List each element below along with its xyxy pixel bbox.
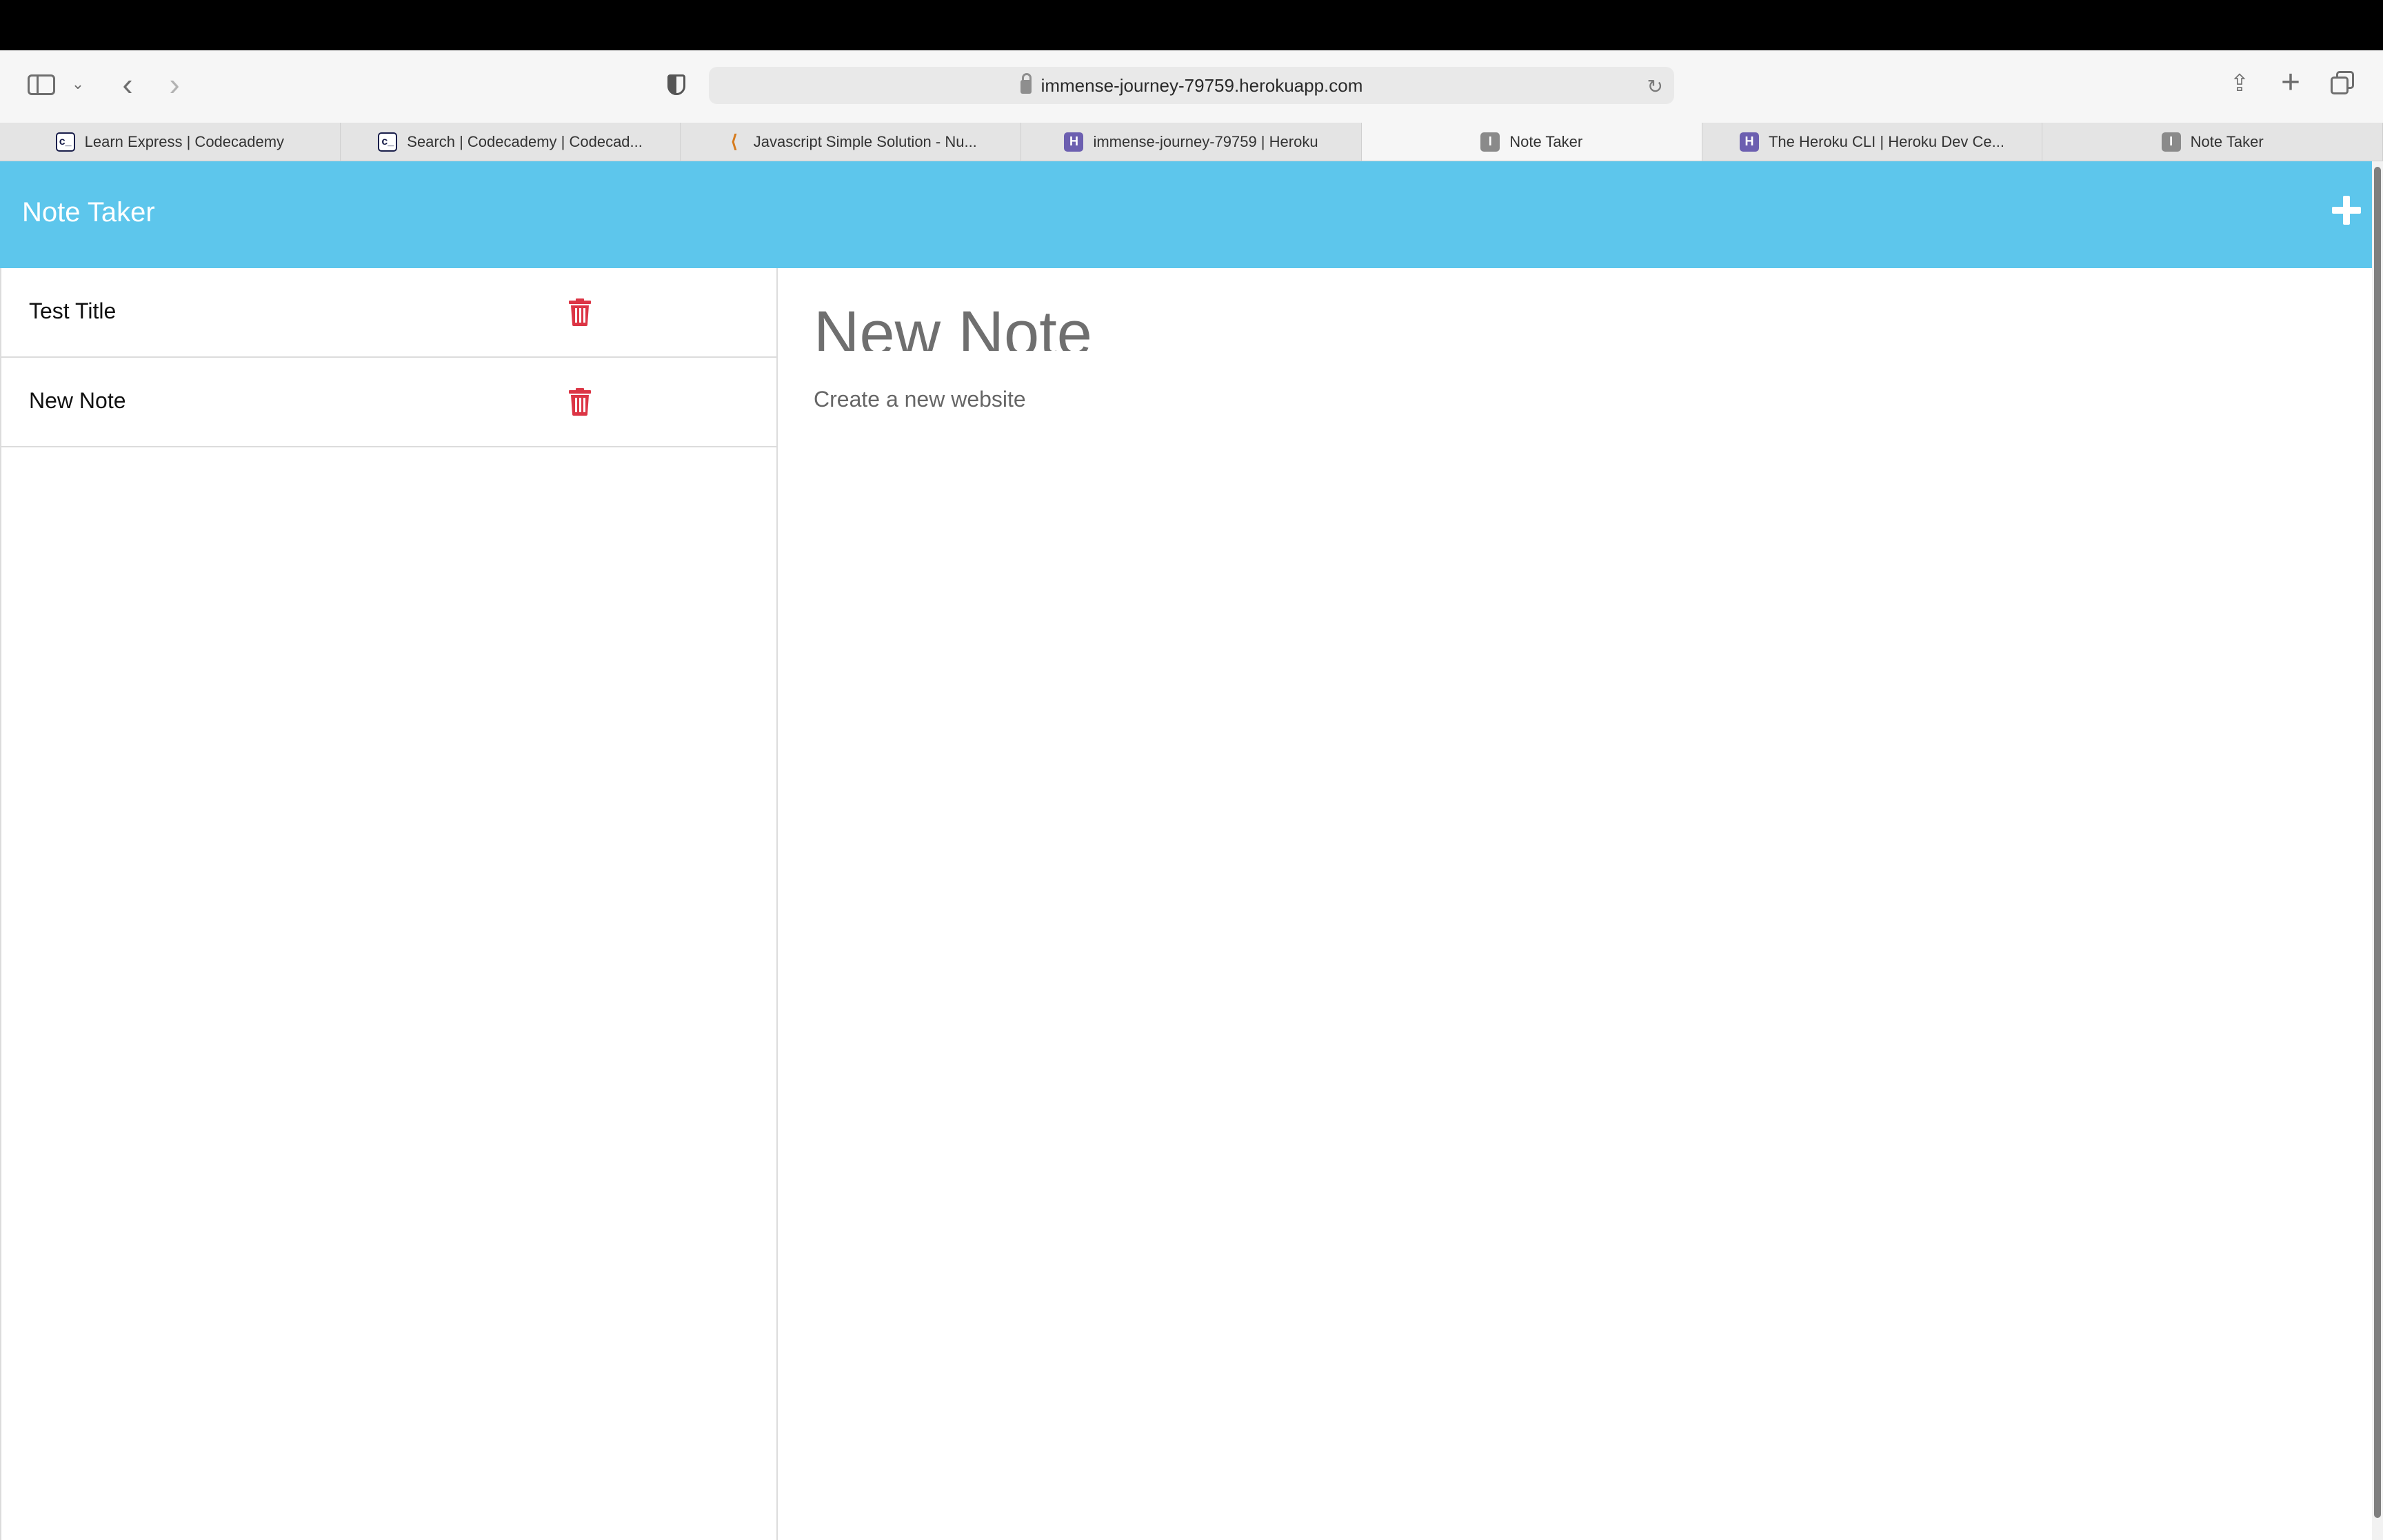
share-icon[interactable]: ⇪ xyxy=(2224,68,2255,99)
privacy-shield-icon[interactable] xyxy=(664,71,689,99)
tab-learn-express[interactable]: c_ Learn Express | Codecademy xyxy=(0,123,341,161)
tab-label: immense-journey-79759 | Heroku xyxy=(1093,132,1318,150)
codecademy-icon: c_ xyxy=(55,132,75,152)
tab-note-taker[interactable]: I Note Taker xyxy=(2042,123,2383,161)
tab-label: Search | Codecademy | Codecad... xyxy=(407,132,643,150)
tab-label: Note Taker xyxy=(1509,132,1583,150)
address-bar[interactable]: immense-journey-79759.herokuapp.com ↻ xyxy=(709,67,1674,104)
tab-note-taker-active[interactable]: I Note Taker xyxy=(1361,123,1702,161)
heroku-icon: H xyxy=(1739,132,1759,152)
note-title[interactable]: Test Title xyxy=(29,298,116,324)
back-arrow-icon[interactable]: ‹ xyxy=(114,66,141,102)
system-menu-bar xyxy=(0,0,2383,50)
tab-label: Learn Express | Codecademy xyxy=(84,132,285,150)
tab-heroku-cli[interactable]: H The Heroku CLI | Heroku Dev Ce... xyxy=(1702,123,2043,161)
tab-label: Note Taker xyxy=(2190,132,2264,150)
scrollbar-thumb[interactable] xyxy=(2374,167,2381,1518)
sidebar-toggle-icon[interactable] xyxy=(26,72,57,97)
tab-heroku-app[interactable]: H immense-journey-79759 | Heroku xyxy=(1021,123,1362,161)
note-editor: New Note Create a new website xyxy=(779,268,2372,1540)
note-title-input[interactable]: New Note xyxy=(814,296,1917,351)
new-tab-icon[interactable]: + xyxy=(2275,64,2306,101)
page-scrollbar[interactable] xyxy=(2372,161,2383,1540)
tab-search-codecademy[interactable]: c_ Search | Codecademy | Codecad... xyxy=(341,123,681,161)
freecodecamp-icon: ⟨ xyxy=(730,131,738,152)
forward-arrow-icon[interactable]: › xyxy=(161,66,188,102)
trash-icon[interactable] xyxy=(568,298,592,326)
app-title[interactable]: Note Taker xyxy=(22,197,155,228)
tab-strip: c_ Learn Express | Codecademy c_ Search … xyxy=(0,123,2383,161)
tab-overview-icon[interactable] xyxy=(2329,71,2357,99)
lock-icon xyxy=(1020,73,1032,94)
url-text: immense-journey-79759.herokuapp.com xyxy=(1040,74,1363,96)
note-taker-icon: I xyxy=(1480,132,1500,152)
trash-icon[interactable] xyxy=(568,388,592,416)
chevron-down-icon[interactable]: ⌄ xyxy=(69,75,87,93)
list-item[interactable]: New Note xyxy=(1,358,776,447)
browser-toolbar: ⌄ ‹ › immense-journey-79759.herokuapp.co… xyxy=(0,50,2383,123)
heroku-icon: H xyxy=(1064,132,1084,152)
plus-icon[interactable] xyxy=(2331,194,2362,226)
note-list-panel: Test Title New Note xyxy=(0,268,778,1540)
note-taker-icon: I xyxy=(2161,132,2181,152)
note-title[interactable]: New Note xyxy=(29,388,126,414)
tab-label: The Heroku CLI | Heroku Dev Ce... xyxy=(1768,132,2004,150)
note-list: Test Title New Note xyxy=(1,268,776,447)
tab-javascript-solution[interactable]: ⟨ Javascript Simple Solution - Nu... xyxy=(681,123,1022,161)
reload-icon[interactable]: ↻ xyxy=(1647,75,1663,98)
codecademy-icon: c_ xyxy=(378,132,398,152)
app-header: Note Taker xyxy=(0,161,2372,268)
list-item[interactable]: Test Title xyxy=(1,268,776,358)
tab-label: Javascript Simple Solution - Nu... xyxy=(753,132,977,150)
note-text-area[interactable]: Create a new website xyxy=(814,387,1026,412)
